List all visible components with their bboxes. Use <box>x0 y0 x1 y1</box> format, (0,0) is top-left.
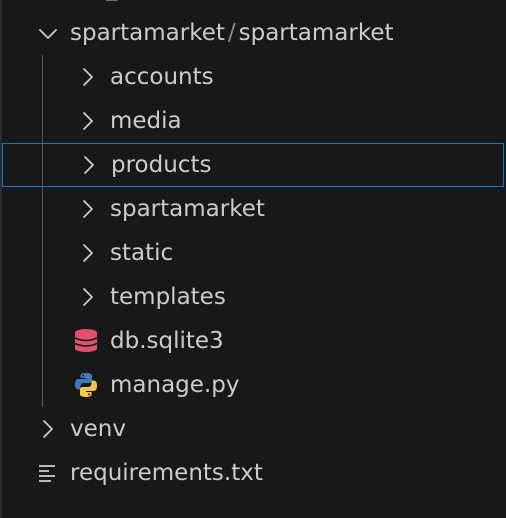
chevron-right-icon <box>76 99 100 143</box>
database-icon <box>73 319 99 363</box>
folder-label: venv <box>70 416 126 442</box>
file-label: db.sqlite3 <box>110 328 224 354</box>
chevron-right-icon <box>36 407 60 451</box>
folder-row-spartamarket-root[interactable]: spartamarket / spartamarket <box>0 11 506 55</box>
folder-label: media <box>110 108 182 134</box>
file-row-requirements-txt[interactable]: requirements.txt <box>0 451 506 495</box>
chevron-down-icon <box>36 11 60 55</box>
folder-row-accounts[interactable]: accounts <box>0 55 506 99</box>
file-label: manage.py <box>110 372 240 398</box>
chevron-right-icon <box>76 275 100 319</box>
path-separator: / <box>227 20 236 46</box>
root-folder-label: spartamarket / spartamarket <box>70 11 394 55</box>
root-folder-name-right: spartamarket <box>238 20 394 46</box>
folder-row-venv[interactable]: venv <box>0 407 506 451</box>
chevron-right-icon <box>76 55 100 99</box>
python-icon <box>73 363 99 407</box>
folder-row-templates[interactable]: templates <box>0 275 506 319</box>
folder-row-static[interactable]: static <box>0 231 506 275</box>
chevron-right-icon <box>76 231 100 275</box>
folder-label: spartamarket <box>110 196 265 222</box>
root-folder-name-left: spartamarket <box>70 20 225 46</box>
chevron-right-icon <box>77 143 101 187</box>
partial-top-item[interactable]: my_env.py <box>70 0 194 10</box>
chevron-right-icon <box>76 187 100 231</box>
file-row-manage-py[interactable]: manage.py <box>0 363 506 407</box>
text-file-icon <box>36 451 62 495</box>
folder-label: accounts <box>110 64 214 90</box>
folder-label: products <box>111 152 212 178</box>
file-label: requirements.txt <box>70 460 263 486</box>
folder-row-media[interactable]: media <box>0 99 506 143</box>
folder-label: static <box>110 240 174 266</box>
folder-row-products[interactable]: products <box>2 143 504 187</box>
folder-row-spartamarket[interactable]: spartamarket <box>0 187 506 231</box>
folder-label: templates <box>110 284 226 310</box>
file-row-db-sqlite3[interactable]: db.sqlite3 <box>0 319 506 363</box>
file-explorer: my_env.py spartamarket/spartamarket acco… <box>0 0 506 518</box>
